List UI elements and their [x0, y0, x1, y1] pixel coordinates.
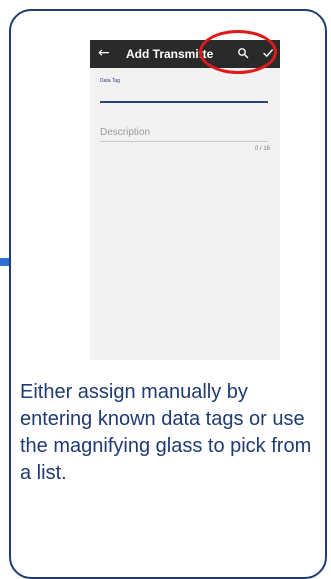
- arrow-left-icon[interactable]: ←: [98, 45, 112, 61]
- data-tag-label: Data Tag: [100, 78, 120, 84]
- phone-screenshot: ← Add Transmitte Data Tag Description 0 …: [90, 40, 280, 360]
- data-tag-field[interactable]: [100, 101, 268, 103]
- description-underline: [100, 141, 268, 142]
- frame-edge-marker: [0, 258, 9, 266]
- description-field[interactable]: Description: [100, 127, 150, 138]
- instruction-caption: Either assign manually by entering known…: [20, 381, 312, 484]
- character-counter: 0 / 16: [254, 146, 270, 152]
- highlight-ring: [199, 30, 277, 74]
